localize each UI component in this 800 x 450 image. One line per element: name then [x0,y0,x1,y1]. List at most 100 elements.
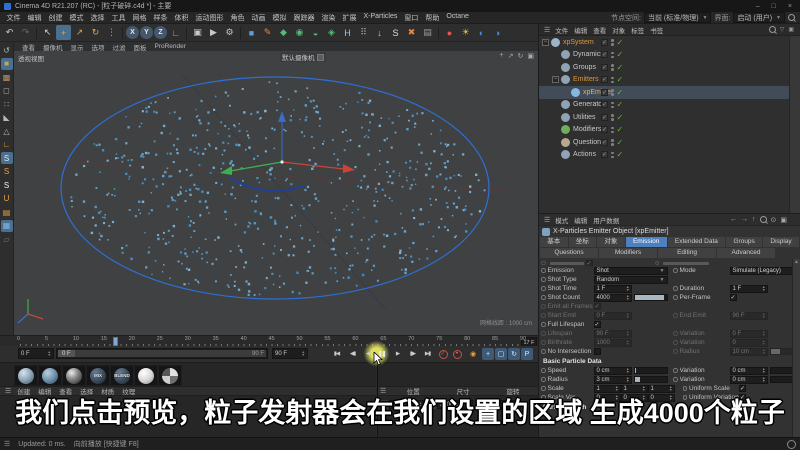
key-rotation-button[interactable]: ↻ [508,348,520,360]
layer-checkbox[interactable]: ✓ [601,151,608,159]
menu-item[interactable]: 网格 [129,13,150,23]
tab-Extended Data[interactable]: Extended Data [667,237,726,247]
timeline-end-field[interactable]: 90 F ▲ ▼ [272,348,308,359]
slider-Variation[interactable] [769,376,792,383]
tree-item-Questions[interactable]: Questions ✓ ✓ [539,136,790,149]
tab-坐标[interactable]: 坐标 [568,237,597,247]
anim-dot-icon[interactable] [673,377,678,382]
tab-基本[interactable]: 基本 [540,237,568,247]
hamburger-icon[interactable]: ☰ [542,216,552,224]
menu-item[interactable]: 运动图形 [192,13,227,23]
enable-axis-icon[interactable]: ∟ [1,139,13,151]
tree-item-Actions[interactable]: Actions ✓ ✓ [539,149,790,162]
anim-dot-icon[interactable] [541,277,546,282]
viewport-menu-item[interactable]: ProRender [151,43,190,50]
visibility-dots-icon[interactable] [611,126,614,133]
expander-icon[interactable]: − [542,38,549,46]
menu-item[interactable]: Octane [443,13,473,23]
visibility-dots-icon[interactable] [611,51,614,58]
hair-icon[interactable]: H [340,25,355,40]
anim-dot-icon[interactable] [541,368,546,373]
visibility-dots-icon[interactable] [611,89,614,96]
menu-item[interactable]: 窗口 [401,13,422,23]
scale-tool-icon[interactable]: ↗ [72,25,87,40]
object-manager-menu-item[interactable]: 编辑 [571,25,590,35]
layer-checkbox[interactable]: ✓ [601,51,608,59]
octane-settings-icon[interactable]: ◐ [474,25,489,40]
lock-z-axis-icon[interactable]: Z [154,26,167,39]
hamburger-icon[interactable]: ☰ [542,26,552,34]
anim-dot-icon[interactable] [673,340,678,345]
vp-toggle-icon[interactable]: ▣ [527,52,534,60]
enabled-check-icon[interactable]: ✓ [617,113,624,122]
stepper-arrows-icon[interactable]: ▲ ▼ [48,350,51,357]
anim-dot-icon[interactable] [541,340,546,345]
visibility-dots-icon[interactable] [611,114,614,121]
tree-item-Modifiers[interactable]: Modifiers ✓ ✓ [539,124,790,137]
material-5[interactable]: BLEND [111,366,133,385]
enabled-check-icon[interactable]: ✓ [617,63,624,72]
viewport-menu-item[interactable]: 选项 [88,42,109,52]
layer-checkbox[interactable]: ✓ [601,113,608,121]
stepper-Variation[interactable]: 0 cm ▲ ▼ [729,366,768,375]
tree-item-Generators[interactable]: Generators ✓ ✓ [539,99,790,112]
polygons-mode-icon[interactable]: △ [1,125,13,137]
viewport-menu-item[interactable]: 过滤 [109,42,130,52]
workplane-mode-icon[interactable]: ◻ [1,85,13,97]
render-view-icon[interactable]: ▣ [190,25,205,40]
material-7[interactable] [159,366,181,385]
xparticles-icon[interactable]: ✖ [404,25,419,40]
autokey-button[interactable]: • [451,348,463,360]
camera-selector[interactable]: 默认摄像机 [280,52,326,62]
am-new-panel-icon[interactable]: ▣ [780,216,787,224]
checkbox-Emit all Frames[interactable]: ✓ [593,303,601,310]
tab-Questions[interactable]: Questions [540,248,598,258]
tree-item-Dynamics[interactable]: Dynamics ✓ ✓ [539,49,790,62]
tree-item-xpEmitter[interactable]: xpEmitter ✓ ✓ [539,86,790,99]
material-4[interactable]: MIX [87,366,109,385]
visibility-dots-icon[interactable] [611,39,614,46]
tab-Display[interactable]: Display [763,237,799,247]
material-1[interactable] [15,366,37,385]
vp-rotate-icon[interactable]: ↻ [518,52,524,60]
stepper-Variation[interactable]: 0 ▲ ▼ [729,338,768,347]
render-settings-icon[interactable]: ⚙ [222,25,237,40]
tab-Modifiers[interactable]: Modifiers [599,248,657,258]
menu-item[interactable]: 渲染 [318,13,339,23]
menu-item[interactable]: 角色 [227,13,248,23]
visibility-dots-icon[interactable] [611,101,614,108]
model-mode-icon[interactable]: ■ [0,57,13,70]
am-forward-icon[interactable]: → [741,216,748,223]
octane-liveviewer-icon[interactable]: ◑ [490,25,505,40]
hamburger-icon[interactable]: ☰ [4,440,10,448]
goto-start-button[interactable]: ▮◀ [330,348,343,360]
enabled-check-icon[interactable]: ✓ [617,88,624,97]
anim-dot-icon[interactable] [673,286,678,291]
tree-item-Groups[interactable]: Groups ✓ ✓ [539,61,790,74]
anim-dot-icon[interactable] [541,268,546,273]
minimize-button[interactable]: – [756,3,760,10]
lock-y-axis-icon[interactable]: Y [140,26,153,39]
timeline-range-slider[interactable]: 0 F 90 F [56,348,268,359]
move-tool-icon[interactable]: + [56,25,71,40]
stepper-Shot Time[interactable]: 1 F ▲ ▼ [593,284,632,293]
key-position-button[interactable]: + [482,348,494,360]
anim-dot-icon[interactable] [673,313,678,318]
stepper-Variation[interactable]: 0 F ▲ ▼ [729,329,768,338]
slider-Shot Count[interactable] [633,294,668,301]
stepper-Variation[interactable]: 0 cm ▲ ▼ [729,375,768,384]
visibility-dots-icon[interactable] [611,76,614,83]
enabled-check-icon[interactable]: ✓ [617,38,624,47]
dropdown-Shot Type[interactable]: Random ▼ [593,275,668,284]
playhead[interactable] [113,337,118,346]
menu-item[interactable]: 选择 [87,13,108,23]
menu-item[interactable]: 扩展 [339,13,360,23]
undo-icon[interactable]: ↶ [2,25,17,40]
stepper-Shot Count[interactable]: 4000 ▲ ▼ [593,293,632,302]
anim-dot-icon[interactable] [541,377,546,382]
am-up-icon[interactable]: ↑ [752,216,756,223]
menu-item[interactable]: 帮助 [422,13,443,23]
simulate-icon[interactable]: ◈ [324,25,339,40]
menu-item[interactable]: 动画 [248,13,269,23]
tree-item-Emitters[interactable]: − Emitters ✓ ✓ [539,74,790,87]
